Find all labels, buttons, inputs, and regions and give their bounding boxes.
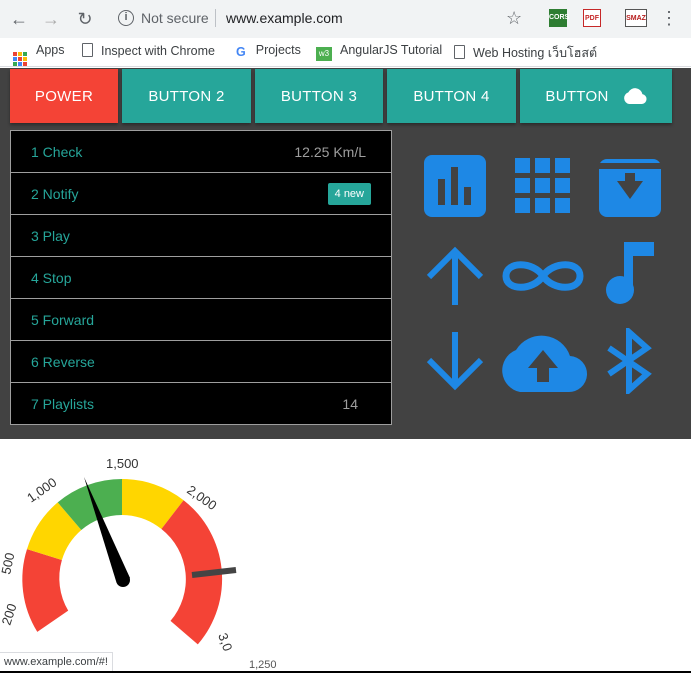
- button-label: BUTTON 4: [413, 87, 490, 105]
- list-item-label: 4 Stop: [31, 270, 72, 286]
- google-icon: G: [236, 45, 246, 59]
- bookmark-projects[interactable]: G Projects: [236, 43, 301, 59]
- url-text[interactable]: www.example.com: [226, 10, 343, 26]
- music-note-icon[interactable]: [600, 240, 666, 306]
- list-item-count: 14: [342, 396, 358, 412]
- button-3[interactable]: BUTTON 3: [255, 69, 383, 123]
- gauge-needle-hub: [116, 573, 130, 587]
- bluetooth-icon[interactable]: [597, 325, 663, 397]
- list-item[interactable]: 7 Playlists 14: [11, 383, 391, 425]
- document-icon: [454, 45, 465, 59]
- list-item-value: 12.25 Km/L: [294, 144, 366, 160]
- archive-icon[interactable]: [597, 153, 663, 219]
- status-bar-url: www.example.com/#!: [0, 652, 113, 672]
- arrow-up-icon[interactable]: [422, 243, 488, 309]
- security-label[interactable]: Not secure: [141, 10, 209, 26]
- button-2[interactable]: BUTTON 2: [122, 69, 251, 123]
- button-label: BUTTON: [545, 87, 609, 105]
- button-cloud[interactable]: BUTTON: [520, 69, 672, 123]
- list-item-label: 1 Check: [31, 144, 83, 160]
- list-item[interactable]: 2 Notify 4 new: [11, 173, 391, 215]
- bookmark-web-hosting[interactable]: Web Hosting เว็บโฮสต์: [454, 43, 597, 63]
- app-panel: POWER BUTTON 2 BUTTON 3 BUTTON 4 BUTTON …: [0, 68, 691, 439]
- list-item-label: 7 Playlists: [31, 396, 95, 412]
- new-badge: 4 new: [327, 183, 371, 205]
- bookmark-label: Apps: [36, 43, 65, 57]
- bookmark-inspect[interactable]: Inspect with Chrome: [82, 43, 215, 58]
- browser-menu-icon[interactable]: ⋮: [660, 8, 678, 29]
- bookmark-apps[interactable]: Apps: [13, 43, 65, 66]
- apps-grid-icon[interactable]: [510, 153, 576, 219]
- item-list: 1 Check 12.25 Km/L 2 Notify 4 new 3 Play…: [10, 130, 392, 425]
- gauge-label: 1,000: [24, 475, 59, 506]
- url-separator: [215, 9, 216, 27]
- gauge-bottom-label: 1,250: [249, 659, 277, 671]
- list-item-label: 2 Notify: [31, 186, 79, 202]
- list-item-label: 3 Play: [31, 228, 70, 244]
- gauge-segment-red-low: [22, 549, 69, 632]
- back-arrow-icon[interactable]: ←: [8, 8, 30, 30]
- infinity-icon[interactable]: [498, 243, 588, 309]
- bookmark-star-icon[interactable]: ☆: [506, 8, 522, 29]
- bookmark-label: Inspect with Chrome: [101, 44, 215, 58]
- button-label: POWER: [34, 87, 94, 105]
- cloud-icon: [623, 88, 647, 104]
- list-item-label: 5 Forward: [31, 312, 95, 328]
- reload-icon[interactable]: ↻: [74, 8, 96, 30]
- button-label: BUTTON 3: [280, 87, 358, 105]
- list-item[interactable]: 6 Reverse: [11, 341, 391, 383]
- button-label: BUTTON 2: [148, 87, 225, 105]
- button-4[interactable]: BUTTON 4: [387, 69, 516, 123]
- bar-chart-icon[interactable]: [422, 153, 488, 219]
- list-item[interactable]: 5 Forward: [11, 299, 391, 341]
- list-item[interactable]: 4 Stop: [11, 257, 391, 299]
- list-item[interactable]: 1 Check 12.25 Km/L: [11, 131, 391, 173]
- speed-gauge: 200 500 1,000 1,500 2,000 3,0: [0, 440, 240, 670]
- bookmarks-bar: Apps Inspect with Chrome G Projects w3 Ang…: [0, 38, 691, 67]
- gauge-label: 500: [0, 551, 17, 575]
- bookmark-label: Projects: [255, 43, 301, 57]
- w3-icon: w3: [316, 47, 332, 61]
- gauge-label: 3,0: [215, 631, 235, 653]
- gauge-label: 200: [0, 602, 20, 627]
- gauge-label: 1,500: [106, 456, 139, 471]
- bookmark-angularjs[interactable]: w3 AngularJS Tutorial: [316, 43, 442, 61]
- forward-arrow-icon[interactable]: →: [40, 8, 62, 30]
- list-item-label: 6 Reverse: [31, 354, 95, 370]
- info-icon[interactable]: i: [118, 10, 134, 26]
- pdf-extension-icon[interactable]: PDF: [583, 9, 601, 27]
- list-item[interactable]: 3 Play: [11, 215, 391, 257]
- apps-grid-icon: [13, 52, 27, 66]
- cors-extension-icon[interactable]: CORS: [549, 9, 569, 27]
- bookmark-label: AngularJS Tutorial: [340, 43, 443, 57]
- cloud-upload-icon[interactable]: [498, 330, 588, 396]
- document-icon: [82, 43, 93, 57]
- smaz-extension-icon[interactable]: SMAZ: [625, 9, 647, 27]
- power-button[interactable]: POWER: [10, 69, 118, 123]
- bookmark-label: Web Hosting เว็บโฮสต์: [473, 46, 598, 60]
- arrow-down-icon[interactable]: [422, 328, 488, 394]
- browser-toolbar: ← → ↻ i Not secure www.example.com ☆ COR…: [0, 0, 691, 38]
